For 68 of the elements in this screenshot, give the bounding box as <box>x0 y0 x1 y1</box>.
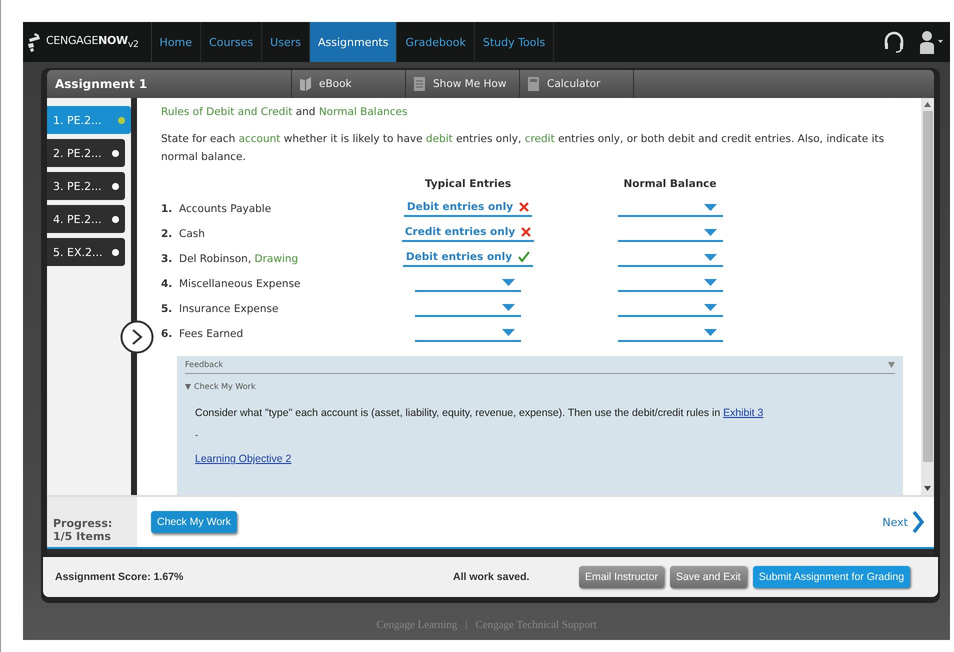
account-name: Miscellaneous Expense <box>179 278 301 290</box>
collapse-arrow-icon[interactable] <box>888 362 895 368</box>
progress-label: Progress: <box>53 517 114 530</box>
feedback-title: Feedback <box>185 360 224 369</box>
row-number: 6. <box>161 328 173 340</box>
question-tab[interactable]: 3. PE.2... <box>47 172 125 200</box>
expand-arrow-icon <box>185 384 191 390</box>
row-number: 3. <box>161 252 173 264</box>
learning-objective-link[interactable]: Learning Objective 2 <box>195 453 292 465</box>
chevron-right-icon[interactable] <box>912 511 924 533</box>
next-link[interactable]: Next <box>882 516 908 528</box>
question-tab[interactable]: 4. PE.2... <box>47 205 125 233</box>
row-number: 2. <box>161 228 173 240</box>
row-number: 5. <box>161 302 173 314</box>
nav-tab[interactable]: Gradebook <box>397 22 475 62</box>
account-name: Accounts Payable <box>179 202 272 214</box>
expand-circle-button[interactable] <box>120 320 154 354</box>
question-tab[interactable]: 2. PE.2... <box>47 139 125 167</box>
brand-name: CENGAGENOW$_{v2}$ <box>46 34 139 50</box>
user-menu-icon[interactable] <box>918 30 944 54</box>
account-name: Cash <box>179 228 205 240</box>
feedback-text: Consider what "type" each account is (asset, liability, equity, revenue, expense). Then use the debit/credit rules in Exhibit 3 <box>195 407 764 419</box>
scroll-down-icon[interactable] <box>924 486 931 491</box>
dropdown-arrow-icon <box>502 329 515 336</box>
question-tab[interactable]: 1. PE.2... <box>47 106 131 134</box>
headset-icon[interactable] <box>882 30 906 54</box>
section-toggle[interactable]: Check My Work <box>185 382 895 391</box>
account-name: Insurance Expense <box>179 302 278 314</box>
answer-dropdown[interactable]: Debit entries only <box>402 250 534 266</box>
dropdown-arrow-icon <box>704 204 716 211</box>
column-header: Typical Entries <box>424 178 512 192</box>
check-my-work-button[interactable]: Check My Work <box>151 511 237 533</box>
scroll-up-icon[interactable] <box>924 102 931 107</box>
dropdown-arrow-icon <box>704 254 716 261</box>
row-number: 1. <box>161 202 173 214</box>
nav-tab[interactable]: Courses <box>201 22 262 62</box>
answer-dropdown[interactable]: Credit entries only <box>402 226 534 242</box>
exhibit-link[interactable]: Exhibit 3 <box>723 407 764 419</box>
row-number: 4. <box>161 278 173 290</box>
account-name: Del Robinson, Drawing <box>179 252 298 264</box>
calculator-icon <box>528 77 539 91</box>
dropdown-arrow-icon <box>502 279 515 286</box>
nav-tab[interactable]: Assignments <box>310 22 398 62</box>
instructions: State for each account whether it is likely to have debit entries only, credit entries only, or both debit and credit entries. Also, indicate its normal balance. <box>161 132 886 165</box>
answer-dropdown[interactable]: Debit entries only <box>404 200 532 216</box>
nav-tab[interactable]: Study Tools <box>474 22 554 62</box>
footer-separator: | <box>465 618 468 630</box>
document-icon <box>414 77 425 91</box>
action-button[interactable]: Submit Assignment for Grading <box>752 566 910 588</box>
progress-value: 1/5 Items <box>53 530 112 543</box>
dropdown-arrow-icon <box>502 304 515 311</box>
action-button[interactable]: Email Instructor <box>579 566 664 588</box>
save-status: All work saved. <box>453 571 530 583</box>
dropdown-arrow-icon <box>704 329 716 336</box>
dropdown-arrow-icon <box>704 229 716 236</box>
action-button[interactable]: Save and Exit <box>670 566 747 588</box>
assignment-score: Assignment Score: 1.67% <box>55 571 184 583</box>
separator-text: - <box>195 431 200 441</box>
dropdown-arrow-icon <box>704 304 716 311</box>
column-header: Normal Balance <box>622 178 718 192</box>
nav-tab[interactable]: Home <box>152 22 202 62</box>
dropdown-arrow-icon <box>704 279 716 286</box>
problem-title: Rules of Debit and Credit and Normal Balances <box>161 106 408 118</box>
account-name: Fees Earned <box>179 328 244 340</box>
question-tab[interactable]: 5. EX.2... <box>47 238 125 266</box>
scroll-thumb[interactable] <box>922 111 932 462</box>
book-icon <box>300 77 311 91</box>
scrollbar[interactable] <box>921 98 934 495</box>
